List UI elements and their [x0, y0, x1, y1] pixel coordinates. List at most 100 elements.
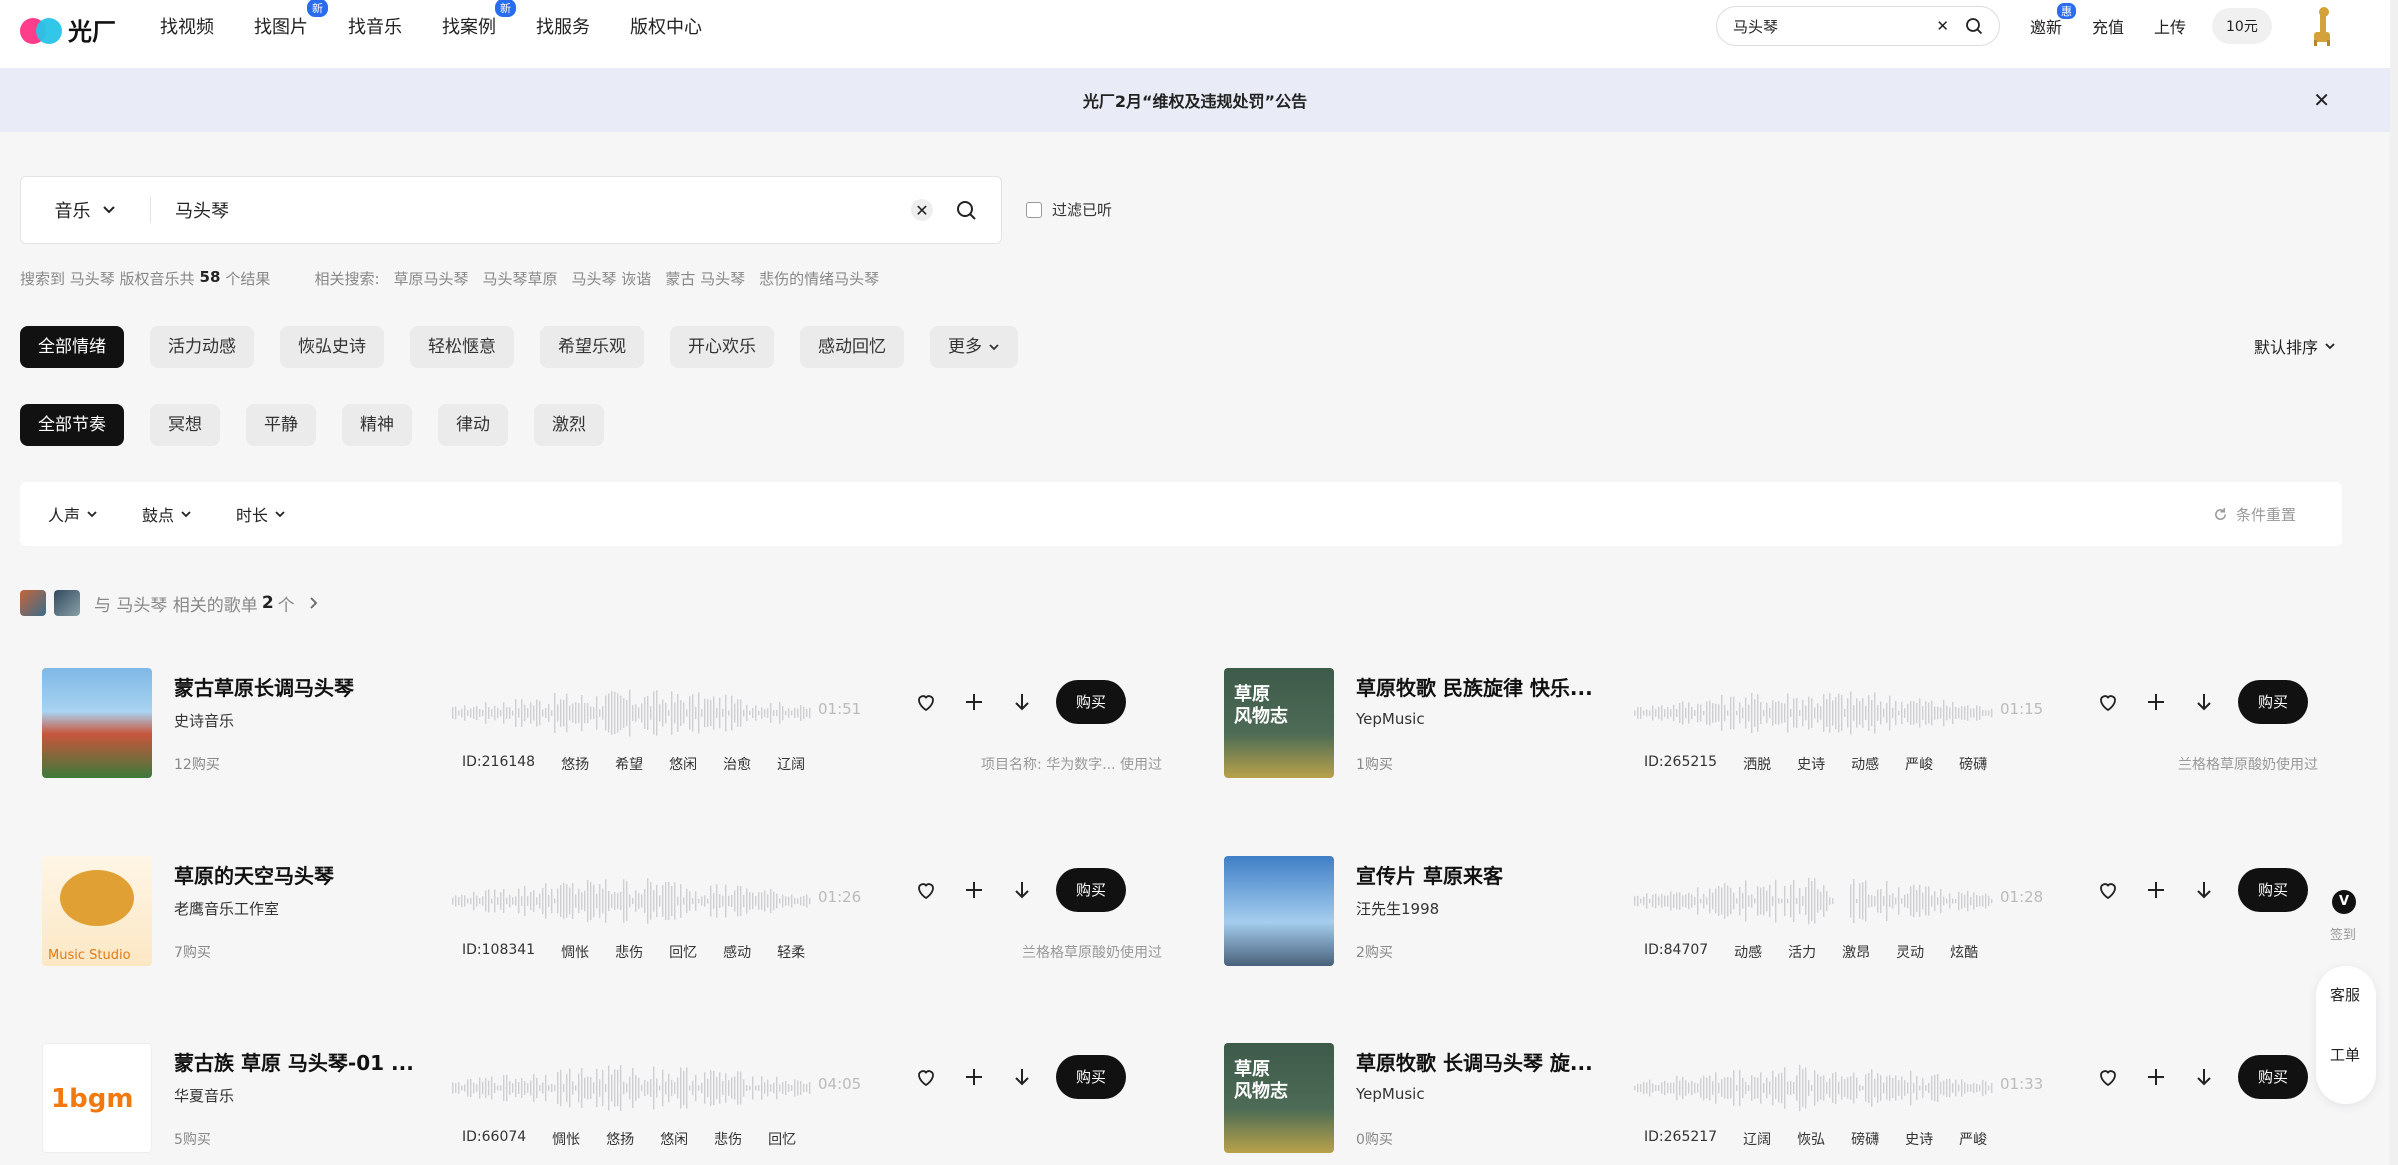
- waveform[interactable]: [452, 874, 812, 928]
- search-icon[interactable]: [1965, 17, 1983, 35]
- chip-tempo[interactable]: 激烈: [534, 404, 604, 446]
- track-tag[interactable]: 洒脱: [1743, 754, 1771, 774]
- waveform[interactable]: [1634, 686, 1994, 740]
- filter-drum[interactable]: 鼓点: [142, 502, 192, 526]
- track-tag[interactable]: 悠闲: [669, 754, 697, 774]
- filter-duration[interactable]: 时长: [236, 502, 286, 526]
- waveform[interactable]: [1634, 1061, 1994, 1115]
- track-tag[interactable]: 回忆: [768, 1129, 796, 1149]
- filter-heard-checkbox[interactable]: 过滤已听: [1026, 199, 1112, 220]
- nav-item-video[interactable]: 找视频: [160, 13, 214, 39]
- sign-in-link[interactable]: 签到: [2330, 924, 2356, 943]
- announcement-text[interactable]: 光厂2月“维权及违规处罚”公告: [1083, 88, 1307, 112]
- chip-tempo-all[interactable]: 全部节奏: [20, 404, 124, 446]
- track-title[interactable]: 草原牧歌 长调马头琴 旋...: [1356, 1047, 1593, 1076]
- track-cover[interactable]: [42, 668, 152, 778]
- track-tag[interactable]: 悲伤: [615, 942, 643, 962]
- track-tag[interactable]: 史诗: [1797, 754, 1825, 774]
- reset-button[interactable]: 条件重置: [2213, 504, 2296, 525]
- track-title[interactable]: 宣传片 草原来客: [1356, 860, 1503, 889]
- track-artist[interactable]: 史诗音乐: [174, 710, 234, 731]
- buy-button[interactable]: 购买: [1056, 1055, 1127, 1099]
- search-icon[interactable]: [955, 199, 977, 221]
- upload-link[interactable]: 上传: [2154, 14, 2186, 38]
- track-artist[interactable]: YepMusic: [1356, 710, 1425, 728]
- track-cover[interactable]: [1224, 856, 1334, 966]
- plus-icon[interactable]: [2142, 688, 2170, 716]
- heart-icon[interactable]: [2094, 876, 2122, 904]
- waveform[interactable]: [452, 686, 812, 740]
- heart-icon[interactable]: [2094, 688, 2122, 716]
- plus-icon[interactable]: [2142, 1063, 2170, 1091]
- nav-item-music[interactable]: 找音乐: [348, 13, 402, 39]
- balance-badge[interactable]: 10元: [2212, 8, 2272, 44]
- plus-icon[interactable]: [960, 1063, 988, 1091]
- plus-icon[interactable]: [2142, 876, 2170, 904]
- track-row[interactable]: 草原 风物志 草原牧歌 民族旋律 快乐... YepMusic 1购买 01:15 ID:2…: [1224, 668, 2318, 818]
- heart-icon[interactable]: [912, 688, 940, 716]
- nav-item-copyright[interactable]: 版权中心: [630, 13, 702, 39]
- related-search-link[interactable]: 马头琴 诙谐: [572, 268, 652, 289]
- scrollbar[interactable]: [2390, 0, 2398, 1165]
- buy-button[interactable]: 购买: [1056, 868, 1127, 912]
- heart-icon[interactable]: [912, 876, 940, 904]
- track-tag[interactable]: 惆怅: [552, 1129, 580, 1149]
- track-tag[interactable]: 严峻: [1905, 754, 1933, 774]
- track-tag[interactable]: 感动: [723, 942, 751, 962]
- track-artist[interactable]: 老鹰音乐工作室: [174, 898, 279, 919]
- category-select[interactable]: 音乐: [21, 197, 151, 223]
- chip-more[interactable]: 更多: [930, 326, 1018, 368]
- track-tag[interactable]: 回忆: [669, 942, 697, 962]
- download-icon[interactable]: [2190, 1063, 2218, 1091]
- chip-mood[interactable]: 希望乐观: [540, 326, 644, 368]
- download-icon[interactable]: [1008, 876, 1036, 904]
- plus-icon[interactable]: [960, 876, 988, 904]
- track-tag[interactable]: 悠闲: [660, 1129, 688, 1149]
- search-input[interactable]: 马头琴: [151, 197, 911, 223]
- track-tag[interactable]: 激昂: [1842, 942, 1870, 962]
- track-artist[interactable]: YepMusic: [1356, 1085, 1425, 1103]
- invite-link[interactable]: 邀新惠: [2030, 3, 2077, 38]
- track-tag[interactable]: 动感: [1734, 942, 1762, 962]
- track-artist[interactable]: 汪先生1998: [1356, 898, 1439, 919]
- chip-tempo[interactable]: 律动: [438, 404, 508, 446]
- download-icon[interactable]: [1008, 1063, 1036, 1091]
- track-tag[interactable]: 辽阔: [1743, 1129, 1771, 1149]
- plus-icon[interactable]: [960, 688, 988, 716]
- download-icon[interactable]: [1008, 688, 1036, 716]
- ticket-button[interactable]: 工单: [2330, 1044, 2360, 1065]
- checkbox[interactable]: [1026, 201, 1042, 218]
- related-search-link[interactable]: 草原马头琴: [394, 268, 469, 289]
- chip-mood[interactable]: 恢弘史诗: [280, 326, 384, 368]
- nav-item-service[interactable]: 找服务: [536, 13, 590, 39]
- track-artist[interactable]: 华夏音乐: [174, 1085, 234, 1106]
- buy-button[interactable]: 购买: [2238, 868, 2309, 912]
- download-icon[interactable]: [2190, 876, 2218, 904]
- track-tag[interactable]: 恢弘: [1797, 1129, 1825, 1149]
- track-tag[interactable]: 惆怅: [561, 942, 589, 962]
- buy-button[interactable]: 购买: [2238, 1055, 2309, 1099]
- track-title[interactable]: 蒙古族 草原 马头琴-01 ...: [174, 1047, 414, 1076]
- track-tag[interactable]: 悠扬: [606, 1129, 634, 1149]
- track-tag[interactable]: 悲伤: [714, 1129, 742, 1149]
- track-tag[interactable]: 希望: [615, 754, 643, 774]
- chip-tempo[interactable]: 冥想: [150, 404, 220, 446]
- filter-vocal[interactable]: 人声: [48, 502, 98, 526]
- track-cover[interactable]: 草原 风物志: [1224, 1043, 1334, 1153]
- track-cover[interactable]: 1bgm: [42, 1043, 152, 1153]
- chip-mood[interactable]: 开心欢乐: [670, 326, 774, 368]
- sort-select[interactable]: 默认排序: [2254, 334, 2336, 358]
- track-tag[interactable]: 轻柔: [777, 942, 805, 962]
- track-title[interactable]: 草原牧歌 民族旋律 快乐...: [1356, 672, 1593, 701]
- track-tag[interactable]: 辽阔: [777, 754, 805, 774]
- track-row[interactable]: 宣传片 草原来客 汪先生1998 2购买 01:28 ID:84707 动感 活力 激昂 灵动 炫…: [1224, 856, 2318, 1006]
- track-row[interactable]: 1bgm 蒙古族 草原 马头琴-01 ... 华夏音乐 5购买 04:05 ID:6607…: [42, 1043, 1162, 1165]
- waveform[interactable]: [1634, 874, 1994, 928]
- track-tag[interactable]: 灵动: [1896, 942, 1924, 962]
- chip-mood[interactable]: 活力动感: [150, 326, 254, 368]
- heart-icon[interactable]: [912, 1063, 940, 1091]
- brand-logo[interactable]: 光厂: [20, 12, 116, 47]
- track-row[interactable]: Music Studio 草原的天空马头琴 老鹰音乐工作室 7购买 01:26 ID:10…: [42, 856, 1162, 1006]
- recharge-link[interactable]: 充值: [2092, 14, 2124, 38]
- top-search-input[interactable]: 马头琴 ✕: [1716, 6, 2000, 46]
